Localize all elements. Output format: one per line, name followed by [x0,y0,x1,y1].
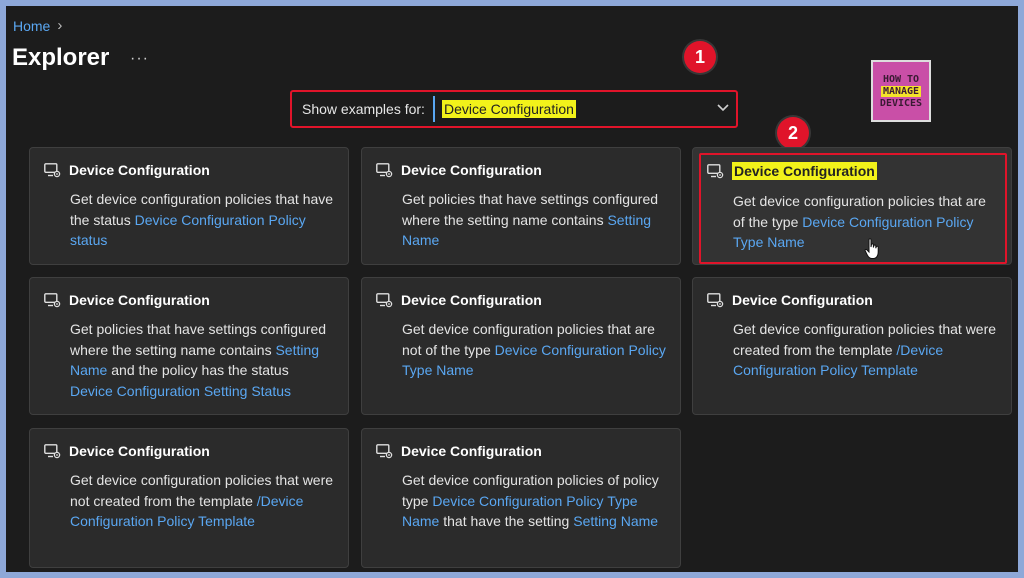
example-card[interactable]: Device Configuration Get device configura… [361,428,681,568]
device-settings-icon [44,292,61,308]
device-settings-icon [376,292,393,308]
chevron-down-icon [716,100,730,119]
breadcrumb-home-link[interactable]: Home [13,18,50,34]
card-header: Device Configuration [44,443,334,459]
device-settings-icon [44,443,61,459]
card-title: Device Configuration [69,162,210,178]
card-header: Device Configuration [376,162,666,178]
parameter-link[interactable]: Device Configuration Setting Status [70,383,291,399]
examples-dropdown[interactable]: Device Configuration [432,96,736,122]
card-description: Get device configuration policies that h… [70,189,334,251]
card-title: Device Configuration [69,443,210,459]
card-title: Device Configuration [401,292,542,308]
device-settings-icon [707,292,724,308]
description-text: and the policy has the status [107,362,289,378]
card-header: Device Configuration [44,292,334,308]
card-description: Get policies that have settings configur… [70,319,334,401]
example-card[interactable]: Device Configuration Get device configura… [361,277,681,415]
parameter-link[interactable]: Setting Name [573,513,658,529]
card-description: Get device configuration policies that w… [70,470,334,532]
card-title: Device Configuration [69,292,210,308]
card-header: Device Configuration [44,162,334,178]
example-card[interactable]: Device Configuration Get device configura… [692,147,1012,265]
how-to-manage-devices-logo: HOW TO MANAGE DEVICES [871,60,931,122]
page-title: Explorer [12,44,110,71]
example-card[interactable]: Device Configuration Get device configura… [29,428,349,568]
example-card[interactable]: Device Configuration Get device configura… [692,277,1012,415]
card-header: Device Configuration [376,292,666,308]
device-settings-icon [376,162,393,178]
chevron-right-icon: › [57,17,63,34]
card-title: Device Configuration [732,162,877,180]
step-marker-2: 2 [777,117,809,149]
device-settings-icon [707,163,724,179]
dropdown-selected-value: Device Configuration [441,100,576,118]
description-text: Get device configuration policies that w… [733,321,997,358]
breadcrumb: Home › [13,17,62,34]
card-description: Get device configuration policies of pol… [402,470,666,532]
step-marker-1: 1 [684,41,716,73]
device-settings-icon [376,443,393,459]
show-examples-filter: Show examples for: Device Configuration [290,90,738,128]
card-description: Get policies that have settings configur… [402,189,666,251]
card-description: Get device configuration policies that a… [402,319,666,381]
description-text: that have the setting [439,513,574,529]
card-header: Device Configuration [707,162,997,180]
explorer-window: Home › Explorer ··· Show examples for: D… [6,6,1018,572]
card-title: Device Configuration [401,162,542,178]
more-options-button[interactable]: ··· [130,50,149,68]
card-description: Get device configuration policies that w… [733,319,997,381]
example-card[interactable]: Device Configuration Get policies that ha… [361,147,681,265]
hand-cursor-icon [864,238,882,265]
card-header: Device Configuration [707,292,997,308]
device-settings-icon [44,162,61,178]
example-card[interactable]: Device Configuration Get policies that ha… [29,277,349,415]
filter-label: Show examples for: [302,101,425,117]
example-card[interactable]: Device Configuration Get device configura… [29,147,349,265]
card-header: Device Configuration [376,443,666,459]
card-title: Device Configuration [401,443,542,459]
card-title: Device Configuration [732,292,873,308]
